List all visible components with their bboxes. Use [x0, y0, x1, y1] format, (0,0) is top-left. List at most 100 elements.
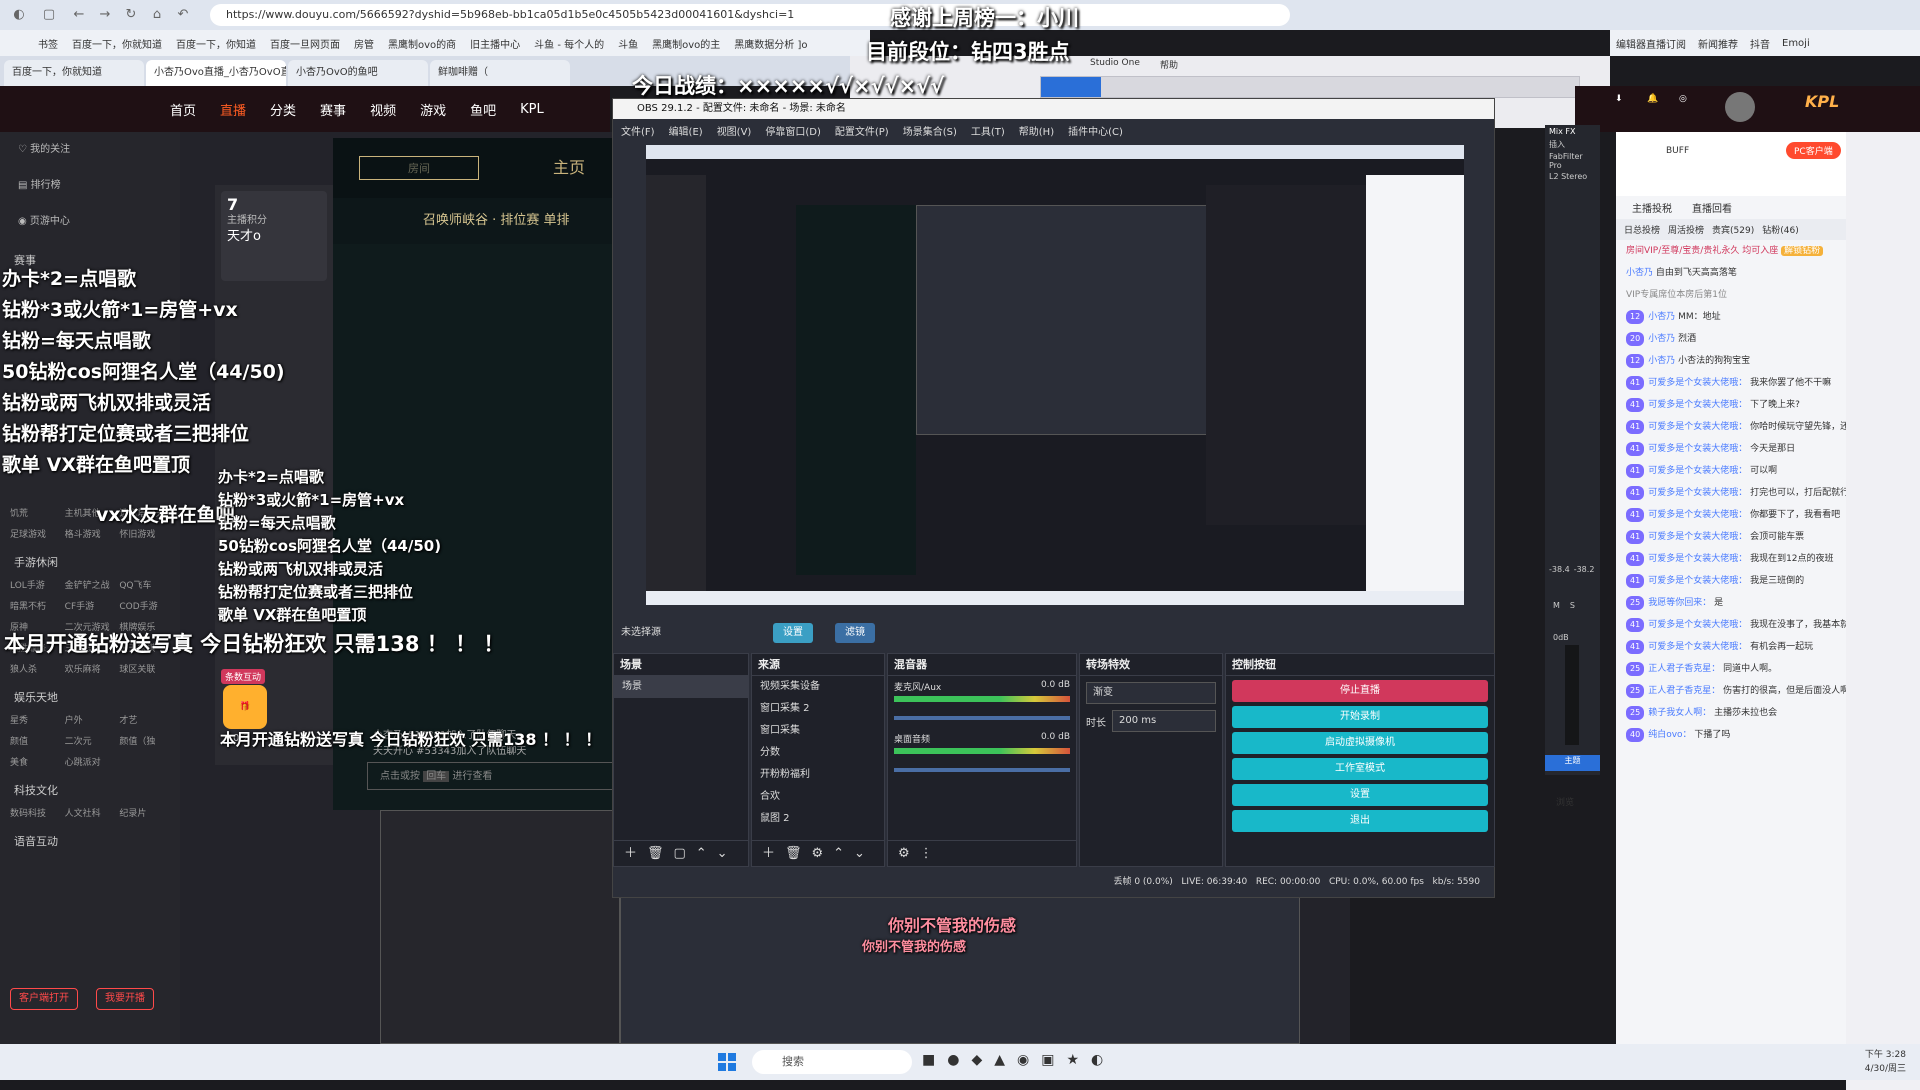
chat-username[interactable]: 正人君子香克星： [1648, 686, 1720, 696]
category-link[interactable]: 数码科技 [10, 806, 61, 819]
category-link[interactable]: 户外 [65, 713, 116, 726]
sidebar-section-entertainment[interactable]: 娱乐天地 [0, 677, 180, 711]
nav-fishbar[interactable]: 鱼吧 [470, 100, 496, 119]
chat-username[interactable]: 小杏乃 [1648, 334, 1675, 344]
app-icon[interactable]: ▣ [1041, 1052, 1054, 1068]
bookmark-item[interactable]: 抖音 [1750, 36, 1770, 51]
bookmark-item[interactable]: 新闻推荐 [1698, 36, 1738, 51]
browse-tab[interactable]: 浏览 [1556, 795, 1596, 815]
bookmark-item[interactable]: 百度一下，你知道 [176, 36, 256, 51]
virtual-camera-button[interactable]: 启动虚拟摄像机 [1232, 732, 1488, 754]
chat-username[interactable]: 可爱多是个女装大佬哦： [1648, 400, 1747, 410]
mute-button[interactable]: M [1553, 601, 1560, 610]
sources-toolbar[interactable]: ＋🗑⚙⌃⌄ [752, 840, 884, 866]
bookmark-item[interactable]: 百度一下，你就知道 [72, 36, 162, 51]
chat-username[interactable]: 可爱多是个女装大佬哦： [1648, 488, 1747, 498]
nav-video[interactable]: 视频 [370, 100, 396, 119]
bookmark-item[interactable]: 编辑器直播订阅 [1616, 36, 1686, 51]
mixfx-plugin[interactable]: FabFilter Pro [1545, 151, 1600, 171]
obs-menu-docks[interactable]: 停靠窗口(D) [765, 123, 821, 138]
app-icon[interactable]: ● [947, 1052, 959, 1068]
obs-menu-tools[interactable]: 工具(T) [971, 123, 1005, 138]
bookmark-item[interactable]: 旧主播中心 [470, 36, 520, 51]
source-item[interactable]: 窗口采集 2 [752, 698, 884, 720]
tab-fishbar[interactable]: 小杏乃OvO的鱼吧 [288, 60, 428, 86]
chat-username[interactable]: 可爱多是个女装大佬哦： [1648, 576, 1747, 586]
category-link[interactable]: 才艺 [119, 713, 170, 726]
sidebar-item-webgame[interactable]: ◉ 页游中心 [0, 204, 180, 240]
tab-daily[interactable]: 日总投榜 [1624, 223, 1660, 236]
category-link[interactable]: COD手游 [119, 599, 170, 612]
tab-switch-icon[interactable]: ▢ [40, 6, 58, 24]
obs-preview[interactable] [646, 145, 1464, 605]
obs-menu-view[interactable]: 视图(V) [717, 123, 752, 138]
mixfx-insert[interactable]: 插入 [1545, 138, 1600, 151]
nav-kpl[interactable]: KPL [520, 102, 544, 117]
exit-button[interactable]: 退出 [1232, 810, 1488, 832]
category-link[interactable]: CF手游 [65, 599, 116, 612]
sidebar-item-rank[interactable]: ▤ 排行榜 [0, 168, 180, 204]
category-link[interactable]: 暗黑不朽 [10, 599, 61, 612]
category-link[interactable]: 饥荒 [10, 506, 61, 519]
chat-username[interactable]: 可爱多是个女装大佬哦： [1648, 532, 1747, 542]
category-link[interactable]: 颜值（独 [119, 734, 170, 747]
category-link[interactable]: 纪录片 [119, 806, 170, 819]
category-link[interactable]: 颜值 [10, 734, 61, 747]
chat-username[interactable]: 可爱多是个女装大佬哦： [1648, 422, 1747, 432]
category-link[interactable]: 足球游戏 [10, 527, 61, 540]
obs-menu-help[interactable]: 帮助(H) [1019, 123, 1054, 138]
obs-menu-scene-collection[interactable]: 场景集合(S) [903, 123, 957, 138]
source-item[interactable]: 开粉粉福利 [752, 764, 884, 786]
scene-item[interactable]: 场景 [614, 676, 748, 698]
source-properties-button[interactable]: 设置 [773, 623, 813, 643]
mixer-toolbar[interactable]: ⚙⋮ [888, 840, 1076, 866]
nav-events[interactable]: 赛事 [320, 100, 346, 119]
mixfx-plugin[interactable]: L2 Stereo [1545, 171, 1600, 182]
app-icon[interactable]: ■ [922, 1052, 935, 1068]
category-link[interactable]: 球区关联 [119, 662, 170, 675]
settings-button[interactable]: 设置 [1232, 784, 1488, 806]
category-link[interactable]: 怀旧游戏 [119, 527, 170, 540]
mixfx-theme-tab[interactable]: 主题 [1545, 755, 1600, 771]
category-link[interactable]: 狼人杀 [10, 662, 61, 675]
window-icon[interactable]: ◐ [10, 6, 28, 24]
chat-username[interactable]: 小杏乃 [1648, 312, 1675, 322]
nav-live[interactable]: 直播 [220, 100, 246, 119]
chat-username[interactable]: 小杏乃 [1648, 356, 1675, 366]
chat-username[interactable]: 正人君子香克星： [1648, 664, 1720, 674]
reload-icon[interactable]: ↻ [122, 6, 140, 24]
app-icon[interactable]: ◆ [971, 1052, 982, 1068]
tab-vip[interactable]: 贵宾(529) [1712, 223, 1754, 236]
category-link[interactable]: 美食 [10, 755, 61, 768]
transition-select[interactable]: 渐变 [1086, 682, 1216, 704]
app-icon[interactable]: ◐ [1091, 1052, 1103, 1068]
clock[interactable]: 下午 3:28 4/30/周三 [1865, 1048, 1906, 1076]
source-item[interactable]: 鼠图 2 [752, 808, 884, 830]
category-link[interactable]: 心跳派对 [65, 755, 116, 768]
source-item[interactable]: 窗口采集 [752, 720, 884, 742]
sidebar-section-mobile[interactable]: 手游休闲 [0, 542, 180, 576]
back-icon[interactable]: ← [70, 6, 88, 24]
category-link[interactable]: 欢乐麻将 [65, 662, 116, 675]
chat-username[interactable]: 赖子我女人啊： [1648, 708, 1711, 718]
tab-coffee[interactable]: 鲜咖啡赠（ [430, 60, 570, 86]
desktop-volume-slider[interactable] [894, 768, 1070, 772]
bookmark-item[interactable]: 书签 [38, 36, 58, 51]
obs-menu-file[interactable]: 文件(F) [621, 123, 655, 138]
app-icon[interactable]: ◉ [1017, 1052, 1029, 1068]
category-link[interactable]: 星秀 [10, 713, 61, 726]
chat-username[interactable]: 可爱多是个女装大佬哦： [1648, 444, 1747, 454]
unlock-diamond-badge[interactable]: 解锁钻粉 [1781, 246, 1824, 256]
forward-icon[interactable]: → [96, 6, 114, 24]
source-item[interactable]: 分数 [752, 742, 884, 764]
download-icon[interactable]: ⬇ [1615, 94, 1623, 104]
sidebar-item-follow[interactable]: ♡ 我的关注 [0, 132, 180, 168]
tab-host-rank[interactable]: 主播投税 [1632, 200, 1672, 215]
category-link[interactable]: LOL手游 [10, 578, 61, 591]
chat-input[interactable]: 点击或按 回车 进行查看 [367, 762, 617, 790]
tab-douyu-room[interactable]: 小杏乃Ovo直播_小杏乃OvO直播间 [146, 60, 286, 86]
bookmark-item[interactable]: 斗鱼 [618, 36, 638, 51]
category-link[interactable]: 二次元 [65, 734, 116, 747]
chat-username[interactable]: 可爱多是个女装大佬哦： [1648, 510, 1747, 520]
creator-icon[interactable]: ◎ [1679, 94, 1687, 104]
